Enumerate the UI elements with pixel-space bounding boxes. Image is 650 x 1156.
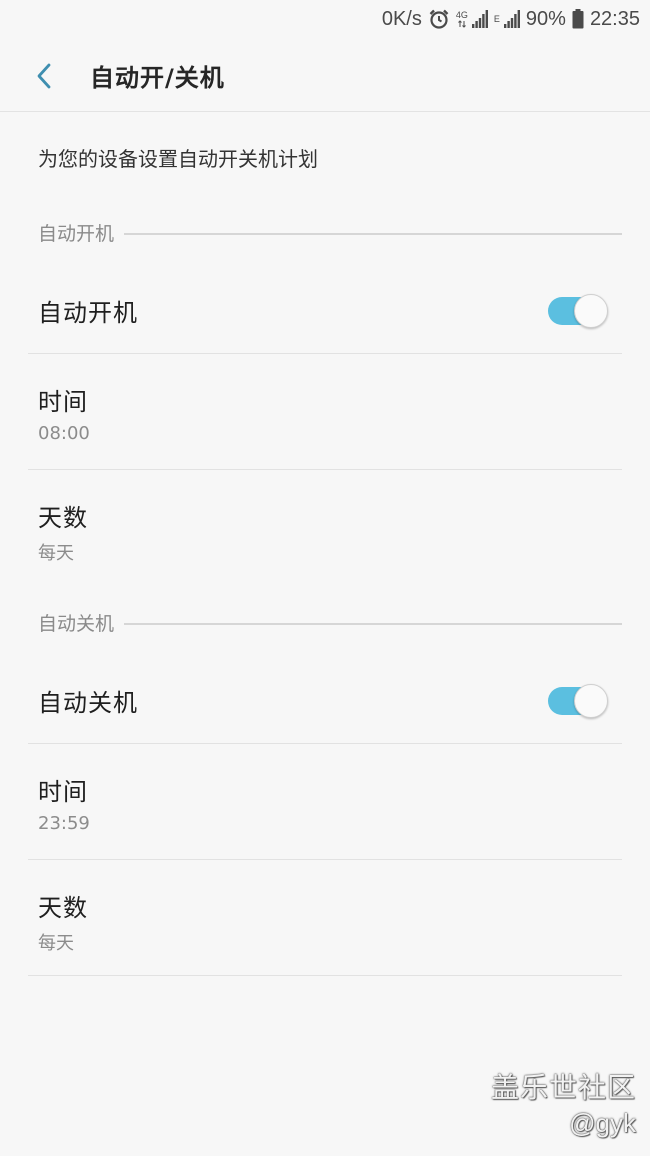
power-off-time-row[interactable]: 时间 23:59 xyxy=(28,744,622,860)
power-off-toggle-label: 自动关机 xyxy=(38,689,138,717)
section-divider xyxy=(124,232,622,235)
section-header-power-off: 自动关机 xyxy=(38,609,622,636)
power-on-switch[interactable] xyxy=(548,293,608,328)
signal-icon xyxy=(471,10,488,28)
power-on-days-label: 天数 xyxy=(38,504,88,532)
power-on-toggle-label: 自动开机 xyxy=(38,299,138,327)
power-off-time-label: 时间 xyxy=(38,778,88,806)
battery-percent: 90% xyxy=(525,7,566,30)
signal-icon-2 xyxy=(503,10,520,28)
power-off-days-label: 天数 xyxy=(38,894,88,922)
section-divider xyxy=(124,622,622,625)
back-button[interactable] xyxy=(24,56,64,96)
power-off-days-row[interactable]: 天数 每天 xyxy=(28,860,622,976)
alarm-icon xyxy=(428,8,450,30)
section-header-power-on: 自动开机 xyxy=(38,219,622,246)
power-off-days-value: 每天 xyxy=(38,933,74,954)
power-off-toggle-row[interactable]: 自动关机 xyxy=(28,658,622,744)
network-e-label: E xyxy=(493,13,500,24)
battery-icon xyxy=(572,9,584,29)
power-on-time-value: 08:00 xyxy=(38,423,90,444)
section-label: 自动关机 xyxy=(38,613,115,635)
switch-thumb xyxy=(574,293,608,328)
power-on-days-row[interactable]: 天数 每天 xyxy=(28,470,622,586)
power-off-time-value: 23:59 xyxy=(38,813,90,834)
network-speed: 0K/s xyxy=(381,7,422,30)
status-bar: 0K/s 4G E 90% 22:35 xyxy=(0,0,650,38)
watermark-user: @gyk xyxy=(569,1108,636,1138)
page-title: 自动开/关机 xyxy=(90,64,225,92)
switch-thumb xyxy=(574,683,608,718)
app-bar: 自动开/关机 xyxy=(0,40,650,112)
power-on-time-label: 时间 xyxy=(38,388,88,416)
network-4g-label: 4G xyxy=(455,9,468,20)
watermark-brand: 盖乐世社区 xyxy=(490,1072,636,1103)
network-4g-indicator: 4G xyxy=(455,9,468,28)
power-off-switch[interactable] xyxy=(548,683,608,718)
power-on-toggle-row[interactable]: 自动开机 xyxy=(28,268,622,354)
power-on-days-value: 每天 xyxy=(38,543,74,564)
page-description: 为您的设备设置自动开关机计划 xyxy=(38,147,318,171)
network-e-indicator: E xyxy=(493,13,500,24)
clock: 22:35 xyxy=(589,7,640,30)
section-label: 自动开机 xyxy=(38,223,115,245)
chevron-left-icon xyxy=(37,63,51,88)
power-on-time-row[interactable]: 时间 08:00 xyxy=(28,354,622,470)
